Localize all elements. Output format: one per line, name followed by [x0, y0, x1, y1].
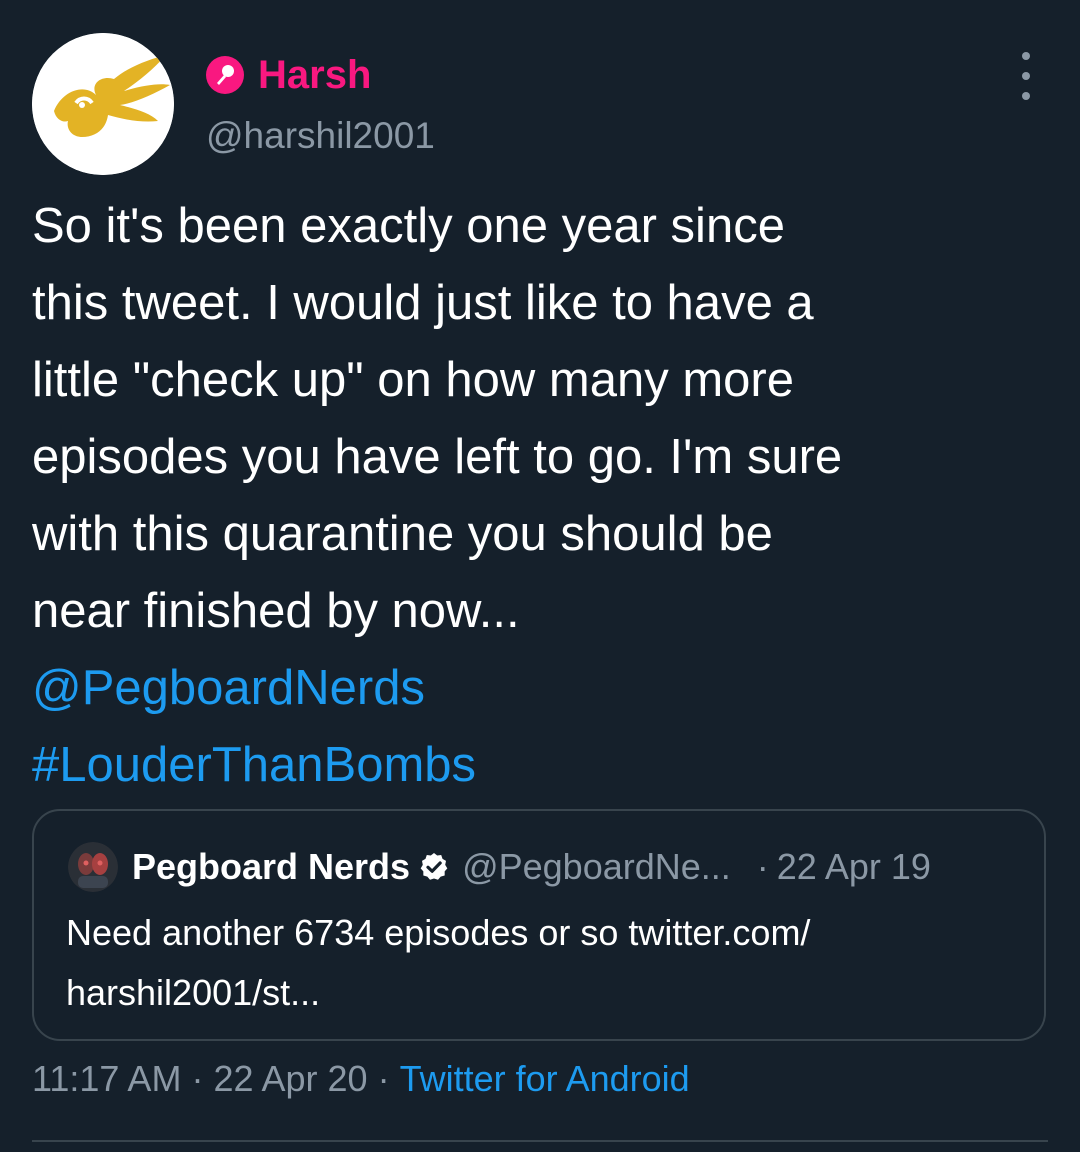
divider — [32, 1140, 1048, 1142]
quoted-tweet-text: Need another 6734 episodes or so twitter… — [66, 903, 1026, 1023]
tweet-source-link[interactable]: Twitter for Android — [400, 1058, 690, 1099]
tweet-text-line: episodes you have left to go. I'm sure — [32, 430, 843, 484]
tweet-meta: 11:17 AM · 22 Apr 20 · Twitter for Android — [32, 1058, 690, 1100]
hashtag-link[interactable]: #LouderThanBombs — [32, 738, 476, 792]
quoted-tweet-header: Pegboard Nerds @PegboardNe... · 22 Apr 1… — [68, 841, 931, 893]
tweet-detail: Harsh @harshil2001 So it's been exactly … — [0, 0, 1080, 1152]
tweet-text-line: near finished by now... — [32, 584, 520, 638]
yellow-bird-logo-icon — [32, 33, 174, 175]
microphone-icon — [206, 56, 244, 94]
more-dot-icon — [1022, 52, 1030, 60]
quoted-tweet-card[interactable]: Pegboard Nerds @PegboardNe... · 22 Apr 1… — [32, 809, 1046, 1041]
tweet-text: So it's been exactly one year since this… — [32, 188, 1042, 804]
quoted-tweet-date: 22 Apr 19 — [776, 846, 931, 887]
quoted-author-avatar — [68, 842, 118, 892]
more-options-button[interactable] — [1004, 52, 1048, 100]
tweet-text-line: with this quarantine you should be — [32, 507, 773, 561]
more-dot-icon — [1022, 72, 1030, 80]
author-display-name[interactable]: Harsh — [258, 53, 371, 98]
author-name-row[interactable]: Harsh — [206, 50, 371, 100]
tweet-text-line: this tweet. I would just like to have a — [32, 276, 814, 330]
more-dot-icon — [1022, 92, 1030, 100]
meta-separator: · — [191, 1058, 204, 1099]
tweet-time[interactable]: 11:17 AM — [32, 1058, 181, 1099]
quoted-author-handle: @PegboardNe... — [462, 846, 731, 887]
quoted-author-name: Pegboard Nerds — [132, 846, 411, 887]
quoted-separator: · — [756, 846, 769, 887]
mention-link[interactable]: @PegboardNerds — [32, 661, 425, 715]
meta-separator: · — [377, 1058, 390, 1099]
quoted-text-line: Need another 6734 episodes or so twitter… — [66, 912, 811, 953]
author-avatar[interactable] — [32, 33, 174, 175]
quoted-text-line: harshil2001/st... — [66, 972, 321, 1013]
tweet-text-line: little "check up" on how many more — [32, 353, 794, 407]
tweet-text-line: So it's been exactly one year since — [32, 199, 785, 253]
tweet-date[interactable]: 22 Apr 20 — [213, 1058, 367, 1099]
author-handle[interactable]: @harshil2001 — [206, 115, 435, 157]
verified-badge-icon — [418, 851, 450, 883]
